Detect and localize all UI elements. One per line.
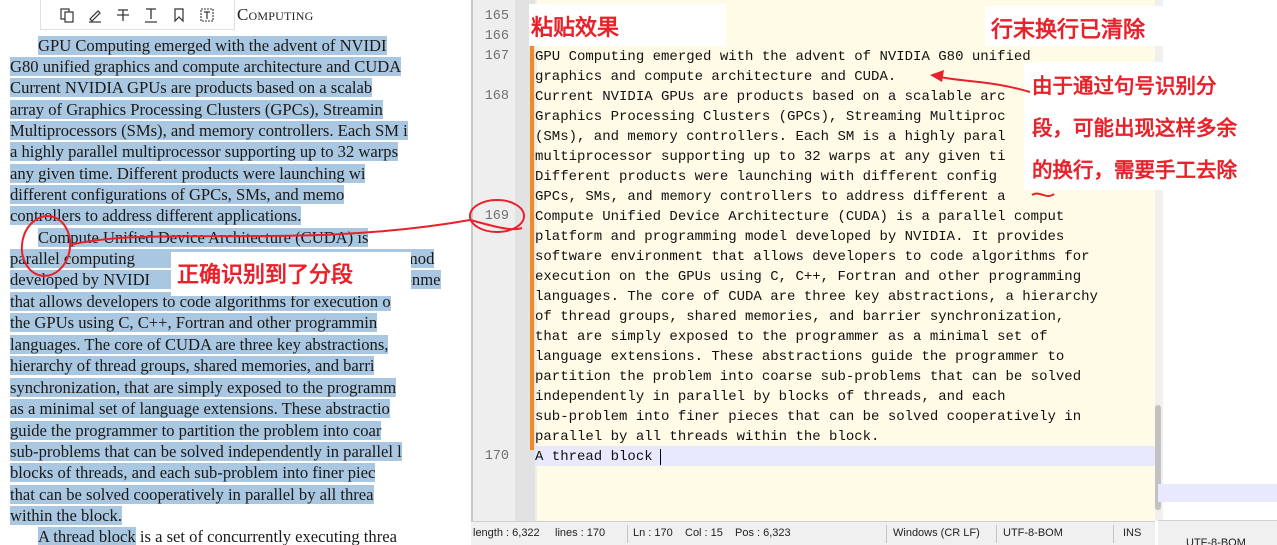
- line-number: 168: [484, 89, 509, 104]
- strikethrough-icon[interactable]: [113, 5, 133, 25]
- pdf-text-line: different configurations of GPCs, SMs, a…: [10, 185, 345, 204]
- pdf-text-line: that can be solved cooperatively in para…: [10, 485, 374, 504]
- status-lines: lines : 170: [555, 527, 606, 539]
- background-status-encoding: UTF-8-BOM: [1186, 537, 1246, 545]
- copy-icon[interactable]: [57, 5, 77, 25]
- pdf-text-line: guide the programmer to partition the pr…: [10, 421, 382, 440]
- annotation-paste-effect: 粘贴效果: [529, 4, 726, 46]
- code-line: of thread groups, shared memories, and b…: [535, 309, 1065, 325]
- annotation-para-recognized: 正确识别到了分段: [171, 252, 411, 296]
- pdf-text-line: GPU Computing emerged with the advent of…: [38, 36, 387, 55]
- underline-icon[interactable]: [141, 5, 161, 25]
- code-line: parallel by all threads within the block…: [535, 429, 880, 445]
- code-line: software environment that allows develop…: [535, 249, 1090, 265]
- status-length: length : 6,322: [473, 527, 540, 539]
- annotation-extra-newline: 由于通过句号识别分 段，可能出现这样多余 的换行，需要手工去除: [1024, 62, 1277, 190]
- pdf-text-line: Current NVIDIA GPUs are products based o…: [10, 78, 373, 97]
- pdf-text-line: G80 unified graphics and compute archite…: [10, 57, 402, 76]
- background-current-line: [1158, 484, 1277, 502]
- text-select-icon[interactable]: [197, 5, 217, 25]
- code-line: sub-problem into finer pieces that can b…: [535, 409, 1082, 425]
- annotation-line: 由于通过句号识别分: [1032, 74, 1217, 98]
- status-eol[interactable]: Windows (CR LF): [893, 527, 980, 539]
- pdf-text-line: synchronization, that are simply exposed…: [10, 378, 397, 397]
- pdf-section-heading: Computing: [237, 5, 314, 24]
- annotation-line: 段，可能出现这样多余: [1032, 116, 1237, 140]
- text-caret: [660, 449, 661, 465]
- pdf-text-line: a highly parallel multiprocessor support…: [10, 142, 399, 161]
- code-line: partition the problem into coarse sub-pr…: [535, 369, 1082, 385]
- pdf-text-line: languages. The core of CUDA are three ke…: [10, 335, 389, 354]
- status-position: Pos : 6,323: [735, 527, 791, 539]
- code-line: platform and programming model developed…: [535, 229, 1065, 245]
- line-number: 165: [484, 9, 509, 24]
- line-number: 170: [484, 449, 509, 464]
- pdf-text-line: hierarchy of thread groups, shared memor…: [10, 356, 375, 375]
- pdf-text-line: within the block.: [10, 506, 122, 525]
- pdf-text-line: as a minimal set of language extensions.…: [10, 399, 390, 418]
- code-line: execution on the GPUs using C, C++, Fort…: [535, 269, 1082, 285]
- pdf-text-line: controllers to address different applica…: [10, 206, 302, 225]
- annotation-line: 的换行，需要手工去除: [1032, 158, 1237, 182]
- status-column: Col : 15: [685, 527, 723, 539]
- line-number: 169: [484, 209, 509, 224]
- pdf-text-line: any given time. Different products were …: [10, 164, 366, 183]
- code-line: Compute Unified Device Architecture (CUD…: [535, 209, 1065, 225]
- line-number: 167: [484, 49, 509, 64]
- change-history-bar: [530, 38, 534, 450]
- annotation-eol-cleared: 行末换行已清除: [985, 6, 1181, 46]
- pdf-text-line: A thread block is a set of concurrently …: [38, 527, 397, 545]
- code-line: independently in parallel by blocks of t…: [535, 389, 1006, 405]
- pdf-text-line: blocks of threads, and each sub-problem …: [10, 463, 376, 482]
- pdf-text-line: Compute Unified Device Architecture (CUD…: [38, 228, 369, 247]
- code-line: languages. The core of CUDA are three ke…: [535, 289, 1098, 305]
- status-encoding[interactable]: UTF-8-BOM: [1003, 527, 1063, 539]
- pdf-text-line: the GPUs using C, C++, Fortran and other…: [10, 313, 378, 332]
- bookmark-icon[interactable]: [169, 5, 189, 25]
- status-line: Ln : 170: [633, 527, 673, 539]
- pdf-text-line: Multiprocessors (SMs), and memory contro…: [10, 121, 408, 140]
- line-number: 166: [484, 29, 509, 44]
- code-line: A thread block: [535, 449, 653, 465]
- pdf-text-line: sub-problems that can be solved independ…: [10, 442, 402, 461]
- status-bar: length : 6,322 lines : 170 Ln : 170 Col …: [471, 521, 1155, 545]
- highlight-pen-icon[interactable]: [85, 5, 105, 25]
- pdf-text-line: array of Graphics Processing Clusters (G…: [10, 100, 383, 119]
- status-insert-mode[interactable]: INS: [1123, 527, 1141, 539]
- pdf-annotation-toolbar: [40, 0, 235, 30]
- code-line: language extensions. These abstractions …: [535, 349, 1065, 365]
- code-line: that are simply exposed to the programme…: [535, 329, 1048, 345]
